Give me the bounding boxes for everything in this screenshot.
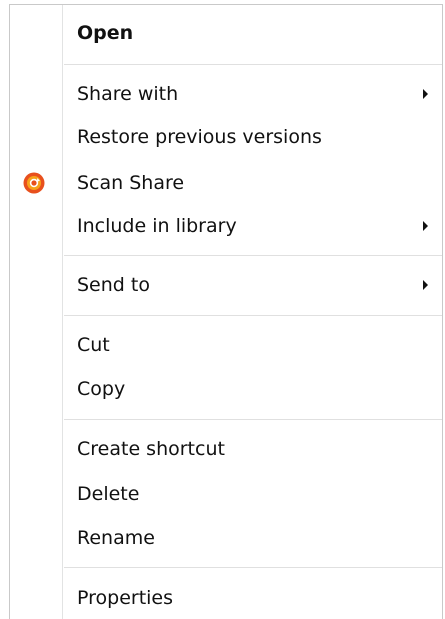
menu-item-cut[interactable]: Cut xyxy=(10,325,442,365)
menu-item-share-with[interactable]: Share with xyxy=(10,74,442,114)
menu-item-label: Scan Share xyxy=(77,172,185,194)
menu-separator xyxy=(64,64,442,66)
menu-item-label: Share with xyxy=(77,83,179,105)
menu-item-restore-previous-versions[interactable]: Restore previous versions xyxy=(10,117,442,157)
menu-item-rename[interactable]: Rename xyxy=(10,518,442,558)
menu-item-label: Restore previous versions xyxy=(77,126,322,148)
menu-item-label: Open xyxy=(77,22,134,44)
menu-item-include-in-library[interactable]: Include in library xyxy=(10,206,442,246)
menu-item-label: Properties xyxy=(77,587,174,609)
menu-item-label: Copy xyxy=(77,378,126,400)
menu-separator xyxy=(64,419,442,421)
menu-item-properties[interactable]: Properties xyxy=(10,578,442,618)
menu-separator xyxy=(64,255,442,257)
menu-item-create-shortcut[interactable]: Create shortcut xyxy=(10,429,442,469)
menu-item-label: Create shortcut xyxy=(77,438,225,460)
menu-item-open[interactable]: Open xyxy=(10,13,442,53)
menu-item-label: Include in library xyxy=(77,215,237,237)
menu-item-label: Send to xyxy=(77,274,150,296)
menu-item-copy[interactable]: Copy xyxy=(10,369,442,409)
chevron-right-icon xyxy=(423,280,428,290)
chevron-right-icon xyxy=(423,221,428,231)
menu-separator xyxy=(64,567,442,569)
menu-item-label: Delete xyxy=(77,483,140,505)
menu-item-delete[interactable]: Delete xyxy=(10,474,442,514)
menu-item-scan-share[interactable]: Scan Share xyxy=(10,163,442,203)
context-menu: Open Share with Restore previous version… xyxy=(9,4,443,619)
menu-item-label: Cut xyxy=(77,334,110,356)
menu-item-label: Rename xyxy=(77,527,155,549)
chevron-right-icon xyxy=(423,89,428,99)
avast-scan-icon xyxy=(23,172,45,194)
menu-separator xyxy=(64,315,442,317)
menu-item-send-to[interactable]: Send to xyxy=(10,265,442,305)
